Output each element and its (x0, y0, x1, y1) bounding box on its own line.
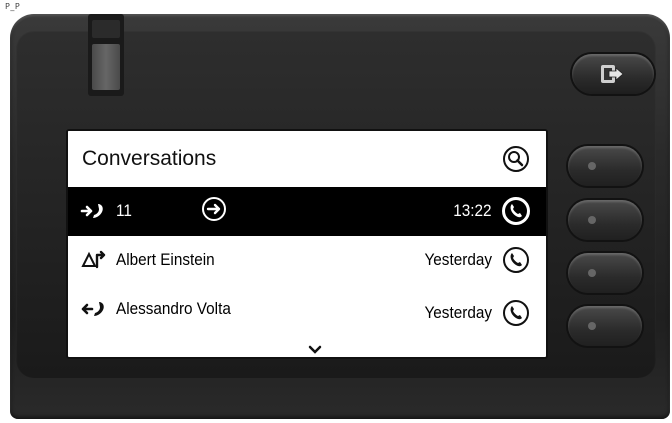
handset-hook (88, 14, 124, 96)
chevron-down-icon[interactable] (308, 345, 322, 355)
display-screen: Conversations 11 13:22 Albert Einstein Y… (66, 129, 548, 359)
conversation-time: Yesterday (424, 250, 492, 269)
conversation-time: 13:22 (453, 201, 492, 220)
conversation-name: Albert Einstein (116, 250, 215, 269)
conversation-row-1[interactable]: 11 13:22 (68, 187, 546, 236)
conversation-name: Alessandro Volta (116, 299, 231, 318)
exit-button[interactable] (572, 54, 654, 94)
softkey-2[interactable] (568, 200, 642, 240)
softkey-led (588, 322, 596, 330)
softkey-1[interactable] (568, 146, 642, 186)
softkey-led (588, 269, 596, 277)
conversation-name: 11 (116, 201, 132, 220)
softkey-4[interactable] (568, 306, 642, 346)
page-title: Conversations (82, 147, 217, 170)
softkey-led (588, 216, 596, 224)
conversation-row-3[interactable]: Alessandro Volta Yesterday (68, 285, 546, 334)
softkey-3[interactable] (568, 253, 642, 293)
handset-icon[interactable] (500, 297, 532, 329)
corner-label: P_P (5, 2, 21, 11)
forwarded-call-icon (81, 250, 106, 269)
handset-icon[interactable] (500, 195, 532, 227)
hook-slot-top (92, 20, 120, 38)
exit-icon (601, 65, 624, 83)
arrow-right-circle-icon[interactable] (200, 195, 228, 223)
conversation-time: Yesterday (424, 303, 492, 322)
title-bar: Conversations (68, 131, 546, 187)
conversation-row-2[interactable]: Albert Einstein Yesterday (68, 236, 546, 285)
search-icon[interactable] (502, 145, 530, 173)
handset-icon[interactable] (500, 244, 532, 276)
hook-switch (92, 44, 120, 90)
softkey-led (588, 162, 596, 170)
incoming-call-icon (81, 302, 104, 316)
outgoing-call-icon (80, 204, 103, 218)
